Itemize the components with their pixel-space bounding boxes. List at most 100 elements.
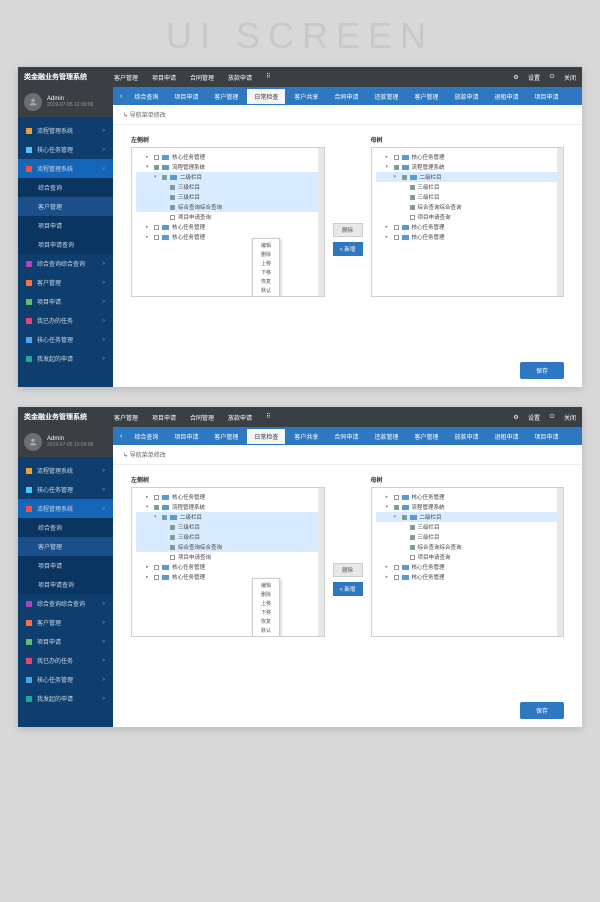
close-icon[interactable]: ⏻ xyxy=(548,413,556,421)
sidebar-item[interactable]: 项目申请> xyxy=(18,292,113,311)
top-nav-item[interactable]: 项目申请 xyxy=(152,73,176,82)
add-button[interactable]: < 新增 xyxy=(333,582,363,596)
sidebar-item[interactable]: 核心任务管理> xyxy=(18,480,113,499)
tab[interactable]: 还款管理 xyxy=(367,429,405,444)
sidebar-item[interactable]: 我已办的任务> xyxy=(18,311,113,330)
tree-toggle-icon[interactable]: ▸ xyxy=(146,494,151,500)
settings-label[interactable]: 设置 xyxy=(528,413,540,422)
close-label[interactable]: 关闭 xyxy=(564,413,576,422)
sidebar-item[interactable]: 客户管理 xyxy=(18,197,113,216)
tree-node[interactable]: ▸核心任务管理 xyxy=(136,152,320,162)
tree-node[interactable]: ▾流程管理系统 xyxy=(376,502,560,512)
tree-node[interactable]: 项目申请查询 xyxy=(136,552,320,562)
tab[interactable]: 日常检查 xyxy=(247,89,285,104)
save-button[interactable]: 保存 xyxy=(520,362,564,379)
tree-node[interactable]: ▾流程管理系统 xyxy=(136,502,320,512)
top-nav-item[interactable]: 放款申请 xyxy=(228,73,252,82)
checkbox[interactable] xyxy=(170,555,175,560)
tab[interactable]: 客户管理 xyxy=(207,429,245,444)
tab[interactable]: 退租申请 xyxy=(487,89,525,104)
tree-node[interactable]: 综合查询综合查询 xyxy=(376,542,560,552)
context-menu[interactable]: 编辑删除上移下移恢复默认 xyxy=(252,578,280,637)
settings-label[interactable]: 设置 xyxy=(528,73,540,82)
tab[interactable]: 退租申请 xyxy=(487,429,525,444)
tab[interactable]: 项目申请 xyxy=(528,429,566,444)
right-tree[interactable]: ▸核心任务管理▾流程管理系统▾二级栏目三级栏目三级栏目综合查询综合查询项目申请查… xyxy=(371,487,565,637)
delete-button[interactable]: 删除 xyxy=(333,563,363,577)
gear-icon[interactable]: ⚙ xyxy=(512,73,520,81)
tree-node[interactable]: ▾二级栏目 xyxy=(136,512,320,522)
tree-node[interactable]: 三级栏目 xyxy=(136,192,320,202)
checkbox[interactable] xyxy=(394,235,399,240)
tree-node[interactable]: ▸核心任务管理 xyxy=(136,492,320,502)
checkbox[interactable] xyxy=(410,535,415,540)
tree-node[interactable]: 三级栏目 xyxy=(376,182,560,192)
checkbox[interactable] xyxy=(170,215,175,220)
checkbox[interactable] xyxy=(394,155,399,160)
checkbox[interactable] xyxy=(394,165,399,170)
tree-toggle-icon[interactable]: ▾ xyxy=(386,504,391,510)
sidebar-item[interactable]: 核心任务管理> xyxy=(18,330,113,349)
checkbox[interactable] xyxy=(410,205,415,210)
right-tree[interactable]: ▸核心任务管理▾流程管理系统▾二级栏目三级栏目三级栏目综合查询综合查询项目申请查… xyxy=(371,147,565,297)
checkbox[interactable] xyxy=(410,545,415,550)
context-menu-item[interactable]: 上移 xyxy=(253,259,279,268)
tab[interactable]: 项目申请 xyxy=(528,89,566,104)
sidebar-item[interactable]: 项目申请 xyxy=(18,216,113,235)
tree-node[interactable]: 三级栏目 xyxy=(136,532,320,542)
checkbox[interactable] xyxy=(410,195,415,200)
checkbox[interactable] xyxy=(410,215,415,220)
tab-scroll-left[interactable]: ‹ xyxy=(117,433,125,440)
tree-node[interactable]: ▾流程管理系统 xyxy=(136,162,320,172)
context-menu-item[interactable]: 删除 xyxy=(253,590,279,599)
checkbox[interactable] xyxy=(402,175,407,180)
checkbox[interactable] xyxy=(154,575,159,580)
tab[interactable]: 合同申请 xyxy=(327,429,365,444)
sidebar-item[interactable]: 项目申请查询 xyxy=(18,575,113,594)
tree-node[interactable]: ▸核心任务管理 xyxy=(376,232,560,242)
add-button[interactable]: < 新增 xyxy=(333,242,363,256)
tree-toggle-icon[interactable]: ▾ xyxy=(154,514,159,520)
context-menu-item[interactable]: 默认 xyxy=(253,626,279,635)
tree-node[interactable]: 项目申请查询 xyxy=(376,212,560,222)
sidebar-item[interactable]: 项目申请 xyxy=(18,556,113,575)
tree-node[interactable]: ▸核心任务管理 xyxy=(376,152,560,162)
checkbox[interactable] xyxy=(170,545,175,550)
tree-node[interactable]: ▸核心任务管理 xyxy=(136,572,320,582)
sidebar-item[interactable]: 核心任务管理> xyxy=(18,140,113,159)
tab[interactable]: 客户管理 xyxy=(207,89,245,104)
checkbox[interactable] xyxy=(410,525,415,530)
checkbox[interactable] xyxy=(394,225,399,230)
sidebar-item[interactable]: 我发起的申请> xyxy=(18,349,113,368)
tab[interactable]: 综合查询 xyxy=(127,89,165,104)
tab[interactable]: 项目申请 xyxy=(167,89,205,104)
checkbox[interactable] xyxy=(154,235,159,240)
left-tree[interactable]: ▸核心任务管理▾流程管理系统▾二级栏目三级栏目三级栏目综合查询综合查询项目申请查… xyxy=(131,147,325,297)
tree-toggle-icon[interactable]: ▾ xyxy=(146,164,151,170)
tree-toggle-icon[interactable]: ▸ xyxy=(386,574,391,580)
sidebar-item[interactable]: 项目申请查询 xyxy=(18,235,113,254)
sidebar-item[interactable]: 项目申请> xyxy=(18,632,113,651)
tree-node[interactable]: ▾流程管理系统 xyxy=(376,162,560,172)
tree-node[interactable]: 项目申请查询 xyxy=(376,552,560,562)
tree-node[interactable]: 三级栏目 xyxy=(136,522,320,532)
top-nav-item[interactable]: 项目申请 xyxy=(152,413,176,422)
tree-node[interactable]: ▸核心任务管理 xyxy=(376,222,560,232)
tree-toggle-icon[interactable]: ▸ xyxy=(386,224,391,230)
tree-toggle-icon[interactable]: ▾ xyxy=(146,504,151,510)
checkbox[interactable] xyxy=(402,515,407,520)
tree-node[interactable]: 三级栏目 xyxy=(376,522,560,532)
gear-icon[interactable]: ⚙ xyxy=(512,413,520,421)
top-nav-item[interactable]: 客户管理 xyxy=(114,73,138,82)
sidebar-item[interactable]: 综合查询综合查询> xyxy=(18,254,113,273)
context-menu-item[interactable]: 恢复 xyxy=(253,277,279,286)
close-icon[interactable]: ⏻ xyxy=(548,73,556,81)
checkbox[interactable] xyxy=(154,155,159,160)
tree-node[interactable]: ▾二级栏目 xyxy=(376,512,560,522)
save-button[interactable]: 保存 xyxy=(520,702,564,719)
tree-node[interactable]: ▸核心任务管理 xyxy=(136,222,320,232)
tree-node[interactable]: ▸核心任务管理 xyxy=(376,492,560,502)
tab[interactable]: 综合查询 xyxy=(127,429,165,444)
top-nav-item[interactable]: 放款申请 xyxy=(228,413,252,422)
checkbox[interactable] xyxy=(394,505,399,510)
